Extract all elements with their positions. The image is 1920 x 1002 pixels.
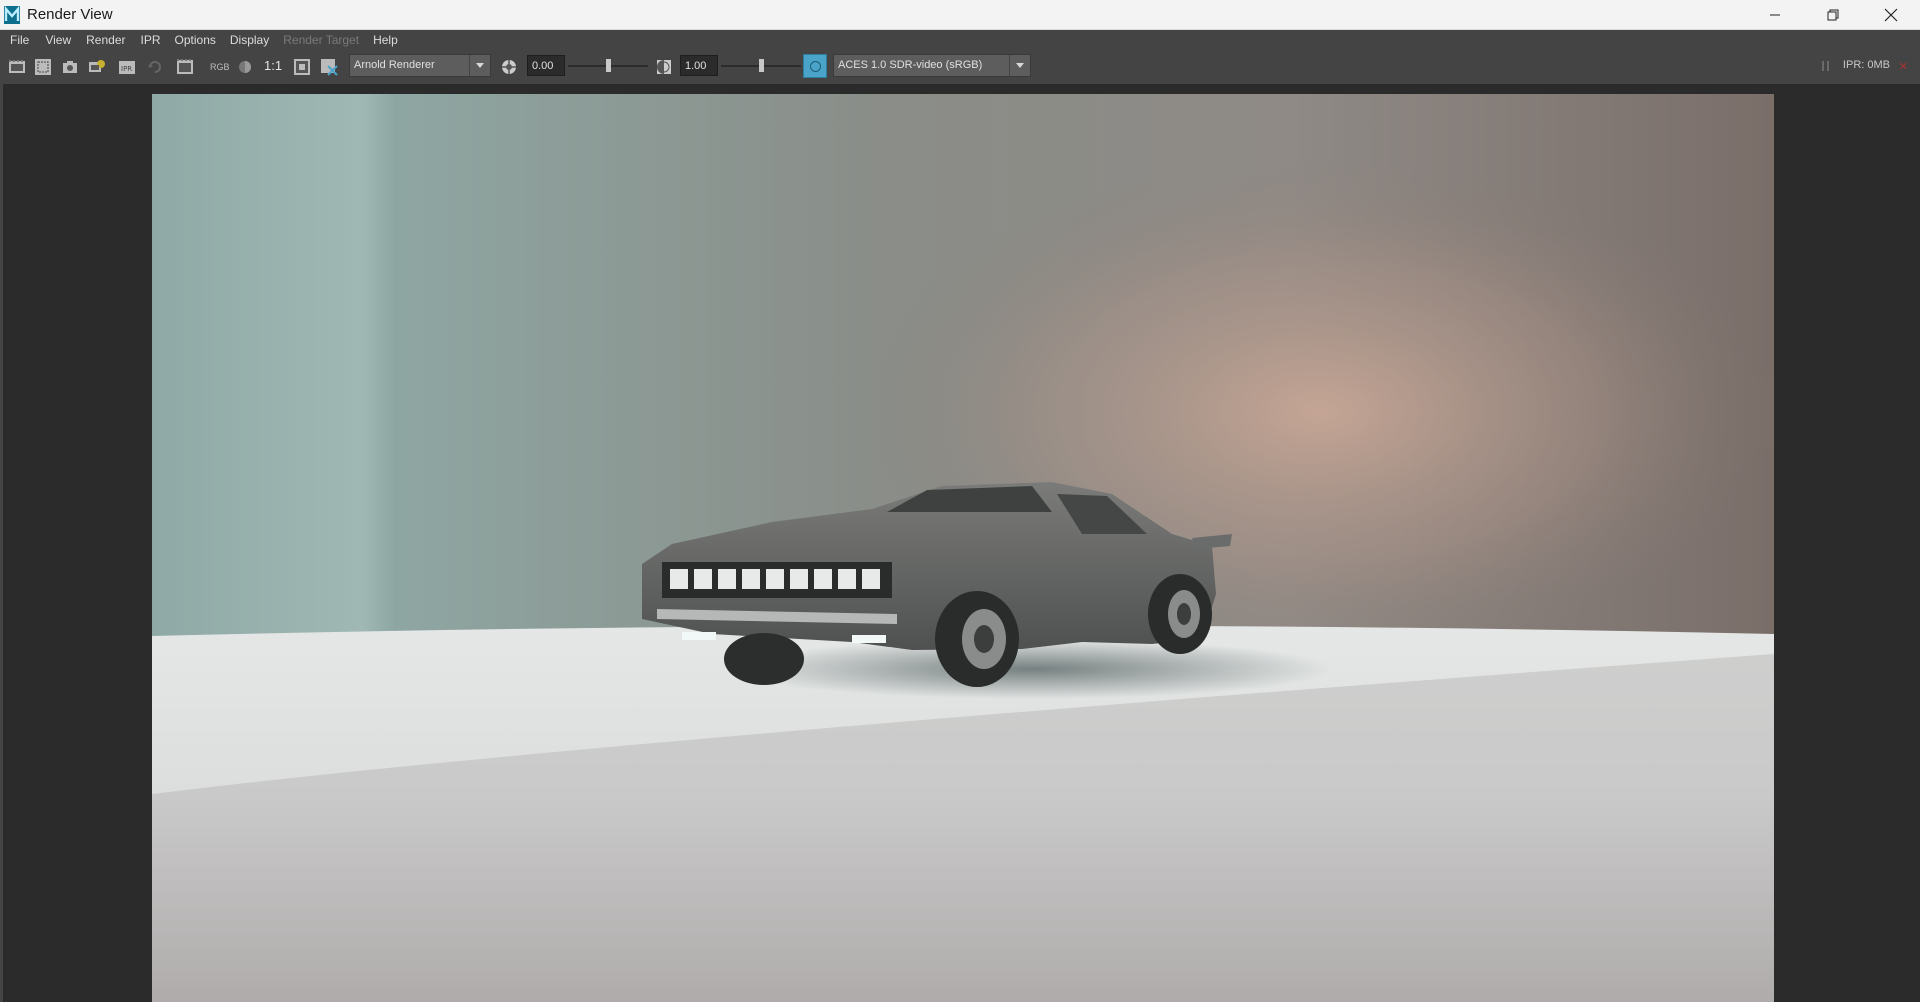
view-transform-value: ACES 1.0 SDR-video (sRGB)	[838, 59, 983, 71]
rgb-channel-button[interactable]: RGB	[210, 59, 230, 75]
menu-view[interactable]: View	[45, 33, 71, 47]
car-render-image	[152, 94, 1774, 1002]
menu-options[interactable]: Options	[175, 33, 216, 47]
exposure-field[interactable]: 0.00	[527, 55, 565, 76]
frame-image-icon[interactable]	[293, 58, 311, 76]
svg-text:IPR: IPR	[121, 65, 132, 73]
ipr-pause-icon[interactable]	[1822, 61, 1830, 71]
clear-image-icon[interactable]	[320, 58, 338, 76]
one-to-one-button[interactable]: 1:1	[264, 58, 282, 73]
renderer-dropdown-value: Arnold Renderer	[354, 59, 435, 71]
render-toolbar: IPR RGB 1:1 Arnold Renderer 0.00 1.00 AC…	[0, 50, 1920, 82]
keep-image-icon[interactable]	[176, 58, 194, 76]
restore-button[interactable]	[1804, 0, 1862, 29]
render-region-icon[interactable]	[34, 58, 52, 76]
view-transform-toggle[interactable]	[803, 54, 827, 78]
window-titlebar: Render View	[0, 0, 1920, 30]
minimize-icon	[1770, 14, 1780, 15]
menu-ipr[interactable]: IPR	[141, 33, 161, 47]
close-button[interactable]	[1862, 0, 1920, 29]
gamma-field[interactable]: 1.00	[680, 55, 718, 76]
maya-logo-icon	[4, 5, 20, 24]
ipr-render-region-icon[interactable]: IPR	[118, 58, 136, 76]
snapshot-icon[interactable]	[61, 58, 79, 76]
menu-bar: File View Render IPR Options Display Ren…	[0, 30, 1920, 50]
exposure-icon[interactable]	[500, 58, 518, 76]
menu-render[interactable]: Render	[86, 33, 125, 47]
gamma-slider-handle[interactable]	[759, 59, 764, 72]
chevron-down-icon	[469, 55, 490, 76]
view-transform-dropdown[interactable]: ACES 1.0 SDR-video (sRGB)	[833, 54, 1031, 77]
renderer-dropdown[interactable]: Arnold Renderer	[349, 54, 491, 77]
window-title: Render View	[27, 6, 113, 23]
window-controls	[1746, 0, 1920, 29]
alpha-channel-icon[interactable]	[236, 58, 254, 76]
menu-display[interactable]: Display	[230, 33, 269, 47]
ipr-stop-icon[interactable]: ✕	[1899, 60, 1908, 73]
render-frame-icon[interactable]	[8, 58, 26, 76]
gamma-icon[interactable]	[655, 58, 673, 76]
exposure-slider-handle[interactable]	[606, 59, 611, 72]
render-viewport[interactable]	[3, 84, 1920, 1002]
chevron-down-icon	[1009, 55, 1030, 76]
menu-file[interactable]: File	[10, 33, 29, 47]
ipr-render-icon[interactable]	[88, 58, 106, 76]
ipr-status-text: IPR: 0MB	[1842, 59, 1890, 71]
close-icon	[1884, 8, 1898, 21]
menu-render-target: Render Target	[283, 33, 360, 47]
menu-help[interactable]: Help	[373, 33, 398, 47]
restore-icon	[1827, 9, 1839, 20]
refresh-icon	[148, 61, 161, 73]
minimize-button[interactable]	[1746, 0, 1804, 29]
